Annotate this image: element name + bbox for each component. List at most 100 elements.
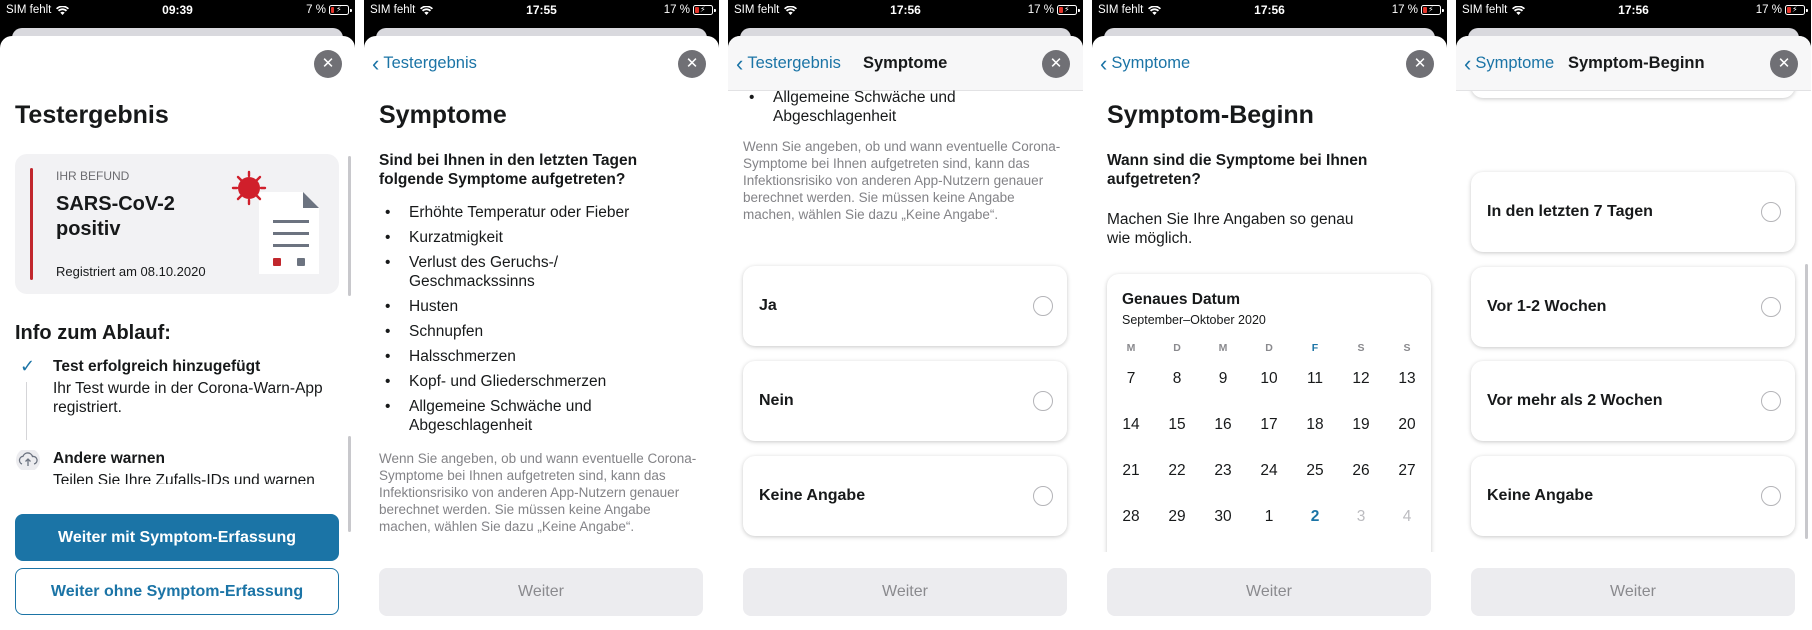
weekday-label: F bbox=[1311, 342, 1319, 354]
option-more-than-2-weeks[interactable]: Vor mehr als 2 Wochen bbox=[1471, 361, 1795, 441]
continue-button[interactable]: Weiter bbox=[379, 568, 703, 616]
sheet: ‹ Symptome ✕ Symptom-Beginn Wann sind die… bbox=[1092, 36, 1447, 630]
battery-icon: ⚡ bbox=[1785, 5, 1808, 15]
close-icon[interactable]: ✕ bbox=[678, 50, 706, 78]
option-label: Vor 1-2 Wochen bbox=[1487, 298, 1607, 315]
radio-button[interactable] bbox=[1761, 486, 1781, 506]
weekday-label: S bbox=[1403, 342, 1411, 354]
option-label: Vor mehr als 2 Wochen bbox=[1487, 392, 1663, 409]
continue-with-symptoms-button[interactable]: Weiter mit Symptom-Erfassung bbox=[15, 514, 339, 561]
calendar-day[interactable]: 9 bbox=[1201, 370, 1245, 388]
weekday-header: M D M D F S S bbox=[1107, 342, 1431, 362]
back-label: Testergebnis bbox=[383, 54, 477, 72]
calendar-day[interactable]: 14 bbox=[1109, 416, 1153, 434]
continue-button[interactable]: Weiter bbox=[743, 568, 1067, 616]
screen-symptome-options: SIM fehlt 17:56 17 % ⚡ ‹ Testergebnis Sym… bbox=[728, 0, 1083, 630]
radio-button[interactable] bbox=[1033, 296, 1053, 316]
calendar-day[interactable]: 8 bbox=[1155, 370, 1199, 388]
sheet: ‹Testergebnis Symptome ✕ Allgemeine Schw… bbox=[728, 36, 1083, 630]
battery-percent: 17 % bbox=[1391, 4, 1418, 16]
nav-title: Symptom-Beginn bbox=[1568, 54, 1705, 72]
calendar-day[interactable]: 29 bbox=[1155, 508, 1199, 526]
weekday-label: D bbox=[1173, 342, 1181, 354]
list-item: Halsschmerzen bbox=[379, 347, 679, 366]
symptom-note: Wenn Sie angeben, ob und wann eventuelle… bbox=[379, 451, 697, 534]
calendar-day[interactable]: 23 bbox=[1201, 462, 1245, 480]
list-item: Kopf- und Gliederschmerzen bbox=[379, 372, 679, 391]
screen-testergebnis: SIM fehlt 09:39 7 % ⚡ ✕ Testergebnis IHR… bbox=[0, 0, 355, 630]
status-bar: SIM fehlt 17:55 17 % ⚡ bbox=[364, 0, 719, 22]
continue-without-symptoms-button[interactable]: Weiter ohne Symptom-Erfassung bbox=[15, 568, 339, 615]
calendar-day-today[interactable]: 2 bbox=[1293, 508, 1337, 526]
close-icon[interactable]: ✕ bbox=[1042, 50, 1070, 78]
status-bar: SIM fehlt 17:56 17 % ⚡ bbox=[728, 0, 1083, 22]
weekday-label: M bbox=[1218, 342, 1228, 354]
back-button[interactable]: ‹ Testergebnis bbox=[736, 52, 841, 74]
continue-button[interactable]: Weiter bbox=[1471, 568, 1795, 616]
radio-button[interactable] bbox=[1033, 391, 1053, 411]
radio-button[interactable] bbox=[1761, 297, 1781, 317]
result-overline: IHR BEFUND bbox=[56, 169, 130, 183]
calendar-day[interactable]: 15 bbox=[1155, 416, 1199, 434]
continue-button[interactable]: Weiter bbox=[1107, 568, 1431, 616]
page-title: Symptom-Beginn bbox=[1107, 101, 1314, 129]
calendar-day-disabled: 3 bbox=[1356, 508, 1366, 525]
option-nein[interactable]: Nein bbox=[743, 361, 1067, 441]
calendar-day[interactable]: 22 bbox=[1155, 462, 1199, 480]
sheet: ‹ Testergebnis ✕ Symptome Sind bei Ihnen … bbox=[364, 36, 719, 630]
battery-percent: 17 % bbox=[1027, 4, 1054, 16]
close-icon[interactable]: ✕ bbox=[1406, 50, 1434, 78]
radio-button[interactable] bbox=[1033, 486, 1053, 506]
radio-button[interactable] bbox=[1761, 391, 1781, 411]
calendar-day[interactable]: 16 bbox=[1201, 416, 1245, 434]
calendar-day[interactable]: 1 bbox=[1247, 508, 1291, 526]
result-line-1: SARS-CoV-2 bbox=[56, 193, 175, 215]
back-button[interactable]: ‹ Symptome bbox=[1100, 50, 1190, 76]
option-keine-angabe[interactable]: Keine Angabe bbox=[1471, 456, 1795, 536]
weekday-label: D bbox=[1265, 342, 1273, 354]
option-ja[interactable]: Ja bbox=[743, 266, 1067, 346]
battery-icon: ⚡ bbox=[1057, 5, 1080, 15]
option-last-7-days[interactable]: In den letzten 7 Tagen bbox=[1471, 172, 1795, 252]
close-icon[interactable]: ✕ bbox=[314, 50, 342, 78]
calendar-week: 21 22 23 24 25 26 27 bbox=[1107, 462, 1431, 482]
option-keine-angabe[interactable]: Keine Angabe bbox=[743, 456, 1067, 536]
step-1-title: Test erfolgreich hinzugefügt bbox=[53, 358, 261, 375]
back-button[interactable]: ‹ Testergebnis bbox=[372, 52, 477, 74]
calendar-week: 7 8 9 10 11 12 13 bbox=[1107, 370, 1431, 390]
calendar-day[interactable]: 19 bbox=[1339, 416, 1383, 434]
virus-document-icon bbox=[231, 170, 319, 274]
calendar-day[interactable]: 12 bbox=[1339, 370, 1383, 388]
calendar-day[interactable]: 30 bbox=[1201, 508, 1245, 526]
radio-button[interactable] bbox=[1761, 202, 1781, 222]
option-1-2-weeks[interactable]: Vor 1-2 Wochen bbox=[1471, 267, 1795, 347]
calendar-day[interactable]: 24 bbox=[1247, 462, 1291, 480]
calendar-day[interactable]: 17 bbox=[1247, 416, 1291, 434]
close-icon[interactable]: ✕ bbox=[1770, 50, 1798, 78]
weekday-label: S bbox=[1357, 342, 1365, 354]
calendar-day[interactable]: 27 bbox=[1385, 462, 1429, 480]
back-button[interactable]: ‹ Symptome bbox=[1464, 52, 1554, 74]
cloud-upload-icon bbox=[16, 450, 40, 470]
step-2-title: Andere warnen bbox=[53, 450, 165, 467]
calendar-day[interactable]: 18 bbox=[1293, 416, 1337, 434]
calendar-title: Genaues Datum bbox=[1122, 291, 1241, 308]
chevron-left-icon: ‹ bbox=[1100, 50, 1108, 76]
sheet: 28 29 30 1 2 3 4 ‹Symptome Symptom-Begin… bbox=[1456, 36, 1811, 630]
calendar-day[interactable]: 11 bbox=[1293, 370, 1337, 388]
calendar-day[interactable]: 7 bbox=[1109, 370, 1153, 388]
calendar-day[interactable]: 25 bbox=[1293, 462, 1337, 480]
back-label: Testergebnis bbox=[747, 54, 841, 72]
calendar-day[interactable]: 28 bbox=[1109, 508, 1153, 526]
step-1-body: Ihr Test wurde in der Corona-Warn-App re… bbox=[53, 380, 323, 416]
calendar-week: 14 15 16 17 18 19 20 bbox=[1107, 416, 1431, 436]
list-item: Kurzatmigkeit bbox=[379, 228, 679, 247]
calendar-day[interactable]: 10 bbox=[1247, 370, 1291, 388]
result-line-2: positiv bbox=[56, 218, 121, 240]
calendar-day[interactable]: 26 bbox=[1339, 462, 1383, 480]
calendar-day[interactable]: 21 bbox=[1109, 462, 1153, 480]
calendar-day[interactable]: 20 bbox=[1385, 416, 1429, 434]
calendar-day[interactable]: 13 bbox=[1385, 370, 1429, 388]
calendar-week: 28 29 30 1 2 3 4 bbox=[1107, 508, 1431, 528]
option-label: Ja bbox=[759, 297, 777, 314]
